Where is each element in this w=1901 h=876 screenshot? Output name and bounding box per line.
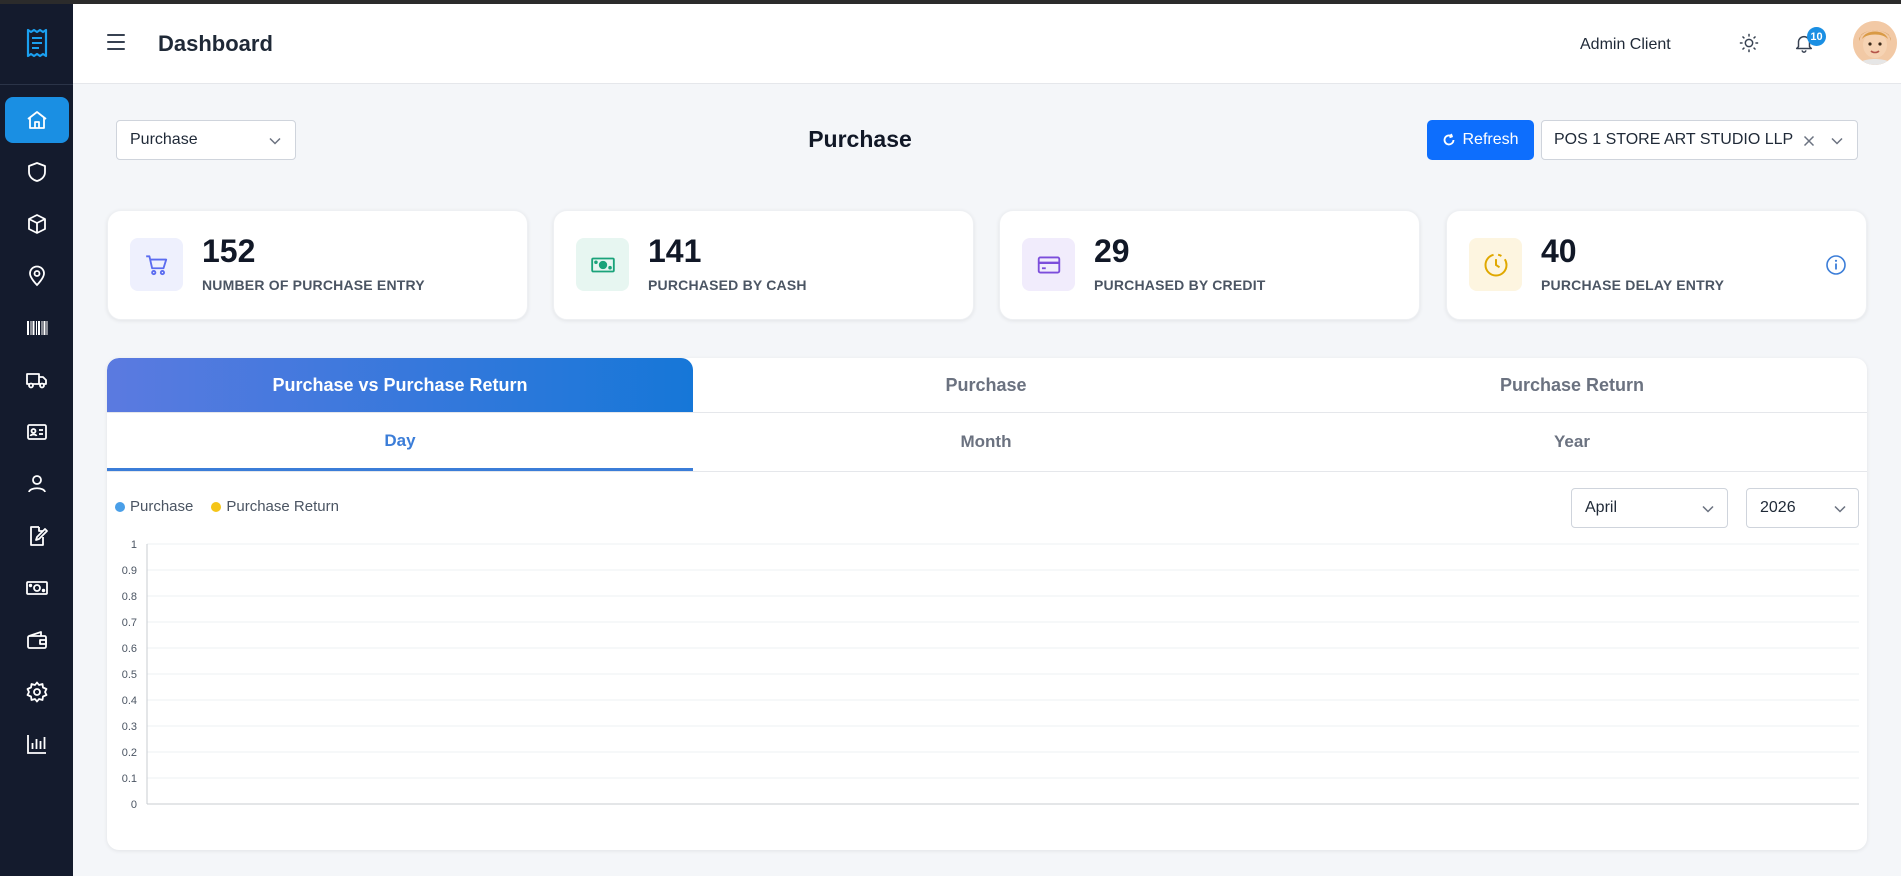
box-icon bbox=[28, 214, 46, 234]
subtab-month[interactable]: Month bbox=[693, 413, 1279, 471]
stat-label: PURCHASED BY CASH bbox=[648, 277, 807, 293]
sidebar-item-reports[interactable] bbox=[5, 721, 69, 767]
legend-label: Purchase Return bbox=[226, 498, 339, 515]
stat-label: PURCHASE DELAY ENTRY bbox=[1541, 277, 1725, 293]
gear-icon bbox=[26, 681, 48, 703]
tab-purchase-return[interactable]: Purchase Return bbox=[1279, 358, 1865, 412]
stat-value: 152 bbox=[202, 233, 256, 269]
cart-icon bbox=[130, 238, 183, 291]
cash-icon bbox=[26, 581, 48, 595]
clock-icon bbox=[1469, 238, 1522, 291]
store-select-value: POS 1 STORE ART STUDIO LLP bbox=[1554, 131, 1794, 148]
user-icon bbox=[28, 475, 46, 493]
barcode-icon bbox=[27, 321, 48, 335]
type-select-value: Purchase bbox=[130, 131, 198, 148]
stat-card-purchase-entries[interactable]: 152 NUMBER OF PURCHASE ENTRY bbox=[107, 210, 528, 320]
y-tick-label: 0 bbox=[131, 799, 137, 811]
theme-toggle-sun-icon[interactable] bbox=[1738, 32, 1760, 54]
legend-dot bbox=[211, 501, 222, 512]
sidebar-item-documents[interactable] bbox=[5, 513, 69, 559]
y-tick-label: 1 bbox=[131, 539, 137, 551]
truck-icon bbox=[26, 373, 47, 389]
y-tick-label: 0.2 bbox=[122, 747, 137, 759]
y-tick-label: 0.4 bbox=[122, 695, 137, 707]
stat-card-purchase-delay[interactable]: 40 PURCHASE DELAY ENTRY bbox=[1446, 210, 1867, 320]
y-tick-label: 0.7 bbox=[122, 617, 137, 629]
bar-chart-icon bbox=[27, 735, 46, 754]
sidebar-item-settings[interactable] bbox=[5, 669, 69, 715]
menu-toggle-icon[interactable] bbox=[107, 34, 125, 50]
tab-purchase[interactable]: Purchase bbox=[693, 358, 1279, 412]
refresh-icon bbox=[1444, 133, 1455, 146]
stat-value: 40 bbox=[1541, 233, 1577, 269]
clear-icon[interactable] bbox=[1802, 134, 1816, 148]
month-select[interactable]: April bbox=[1571, 488, 1728, 528]
user-name[interactable]: Admin Client bbox=[1580, 36, 1671, 54]
y-tick-label: 0.5 bbox=[122, 669, 137, 681]
refresh-button[interactable]: Refresh bbox=[1427, 120, 1534, 160]
purchase-line-chart: 1 0.9 0.8 0.7 0.6 0.5 0.4 0.3 0.2 0.1 0 bbox=[122, 539, 1859, 811]
y-tick-label: 0.8 bbox=[122, 591, 137, 603]
sidebar-item-security[interactable] bbox=[5, 149, 69, 195]
chevron-down-icon bbox=[1834, 505, 1846, 513]
chevron-down-icon bbox=[1702, 505, 1714, 513]
y-tick-label: 0.3 bbox=[122, 721, 137, 733]
id-card-icon bbox=[27, 424, 47, 440]
legend-label: Purchase bbox=[130, 498, 194, 515]
y-tick-label: 0.9 bbox=[122, 565, 137, 577]
sidebar-item-home[interactable] bbox=[5, 97, 69, 143]
sidebar-divider bbox=[0, 84, 73, 85]
cash-icon bbox=[576, 238, 629, 291]
tab-purchase-vs-return[interactable]: Purchase vs Purchase Return bbox=[107, 358, 693, 412]
page-title: Purchase bbox=[808, 126, 912, 152]
sidebar-item-wallet[interactable] bbox=[5, 617, 69, 663]
sidebar-item-products[interactable] bbox=[5, 201, 69, 247]
top-header: Dashboard Admin Client 10 bbox=[73, 4, 1901, 84]
edit-document-icon bbox=[30, 526, 48, 546]
sidebar-item-users[interactable] bbox=[5, 461, 69, 507]
sidebar-item-cash[interactable] bbox=[5, 565, 69, 611]
y-tick-label: 0.6 bbox=[122, 643, 137, 655]
legend-item-purchase-return[interactable]: Purchase Return bbox=[211, 498, 339, 515]
legend-dot bbox=[115, 501, 125, 512]
stat-card-purchased-by-credit[interactable]: 29 PURCHASED BY CREDIT bbox=[999, 210, 1420, 320]
legend-item-purchase[interactable]: Purchase bbox=[115, 498, 193, 515]
receipt-logo-icon[interactable] bbox=[20, 26, 54, 60]
store-select[interactable]: POS 1 STORE ART STUDIO LLP bbox=[1541, 120, 1858, 160]
refresh-label: Refresh bbox=[1462, 131, 1519, 148]
credit-card-icon bbox=[1022, 238, 1075, 291]
notification-count-badge: 10 bbox=[1807, 27, 1826, 46]
user-avatar[interactable] bbox=[1853, 21, 1897, 65]
type-select[interactable]: Purchase bbox=[116, 120, 296, 160]
y-tick-label: 0.1 bbox=[122, 773, 137, 785]
month-select-value: April bbox=[1585, 499, 1618, 516]
subtab-day[interactable]: Day bbox=[107, 413, 693, 471]
year-select-value: 2026 bbox=[1760, 499, 1796, 516]
sidebar-item-contacts[interactable] bbox=[5, 409, 69, 455]
sidebar-item-barcode[interactable] bbox=[5, 305, 69, 351]
chevron-down-icon bbox=[269, 137, 281, 145]
chart-legend: Purchase Purchase Return bbox=[115, 498, 339, 515]
stat-label: PURCHASED BY CREDIT bbox=[1094, 277, 1266, 293]
stat-label: NUMBER OF PURCHASE ENTRY bbox=[202, 277, 425, 293]
sidebar-item-locations[interactable] bbox=[5, 253, 69, 299]
info-icon[interactable] bbox=[1825, 254, 1847, 276]
chevron-down-icon bbox=[1831, 137, 1843, 145]
year-select[interactable]: 2026 bbox=[1746, 488, 1859, 528]
stat-card-purchased-by-cash[interactable]: 141 PURCHASED BY CASH bbox=[553, 210, 974, 320]
wallet-icon bbox=[27, 631, 47, 649]
page-header-title: Dashboard bbox=[158, 31, 273, 56]
sidebar bbox=[0, 4, 73, 876]
stat-value: 29 bbox=[1094, 233, 1130, 269]
shield-icon bbox=[28, 162, 46, 182]
stat-value: 141 bbox=[648, 233, 702, 269]
home-icon bbox=[27, 111, 47, 129]
subtab-year[interactable]: Year bbox=[1279, 413, 1865, 471]
location-pin-icon bbox=[29, 265, 45, 287]
period-tabs: Day Month Year bbox=[107, 412, 1867, 472]
chart-panel: Purchase vs Purchase Return Purchase Pur… bbox=[107, 358, 1867, 850]
sidebar-item-delivery[interactable] bbox=[5, 357, 69, 403]
